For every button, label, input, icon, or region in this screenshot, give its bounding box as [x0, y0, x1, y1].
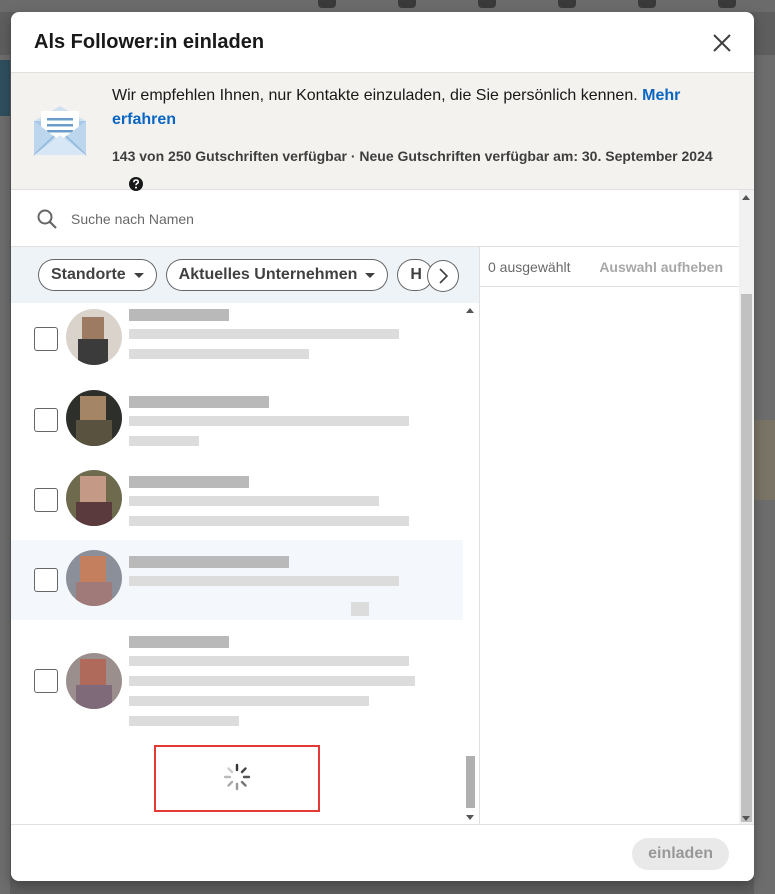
blurred-headline	[129, 416, 409, 426]
blurred-name	[129, 636, 229, 648]
list-item[interactable]	[11, 303, 463, 375]
scroll-down-arrow[interactable]	[466, 815, 474, 820]
selected-panel: 0 ausgewählt Auswahl aufheben	[480, 247, 739, 824]
list-item[interactable]	[11, 458, 463, 538]
search-input[interactable]	[71, 205, 711, 233]
blurred-headline	[129, 656, 409, 666]
close-icon	[713, 34, 731, 52]
background-nav-icon	[638, 0, 656, 8]
background-nav-icon	[398, 0, 416, 8]
search-icon	[37, 209, 57, 229]
avatar	[66, 309, 122, 365]
dialog-scrollbar[interactable]	[739, 190, 754, 824]
search-bar	[11, 190, 739, 247]
background-left-image	[0, 60, 10, 116]
dialog-header: Als Follower:in einladen	[11, 12, 754, 73]
filter-next-button[interactable]	[427, 260, 459, 292]
filter-current-company[interactable]: Aktuelles Unternehmen	[165, 259, 389, 291]
scroll-up-arrow[interactable]	[466, 308, 474, 313]
clear-selection-button[interactable]: Auswahl aufheben	[599, 259, 723, 275]
blurred-headline	[129, 716, 239, 726]
scrollbar-thumb[interactable]	[466, 756, 475, 808]
blurred-name	[129, 309, 229, 321]
background-nav-icon	[318, 0, 336, 8]
envelope-icon	[33, 106, 87, 156]
info-banner: Wir empfehlen Ihnen, nur Kontakte einzul…	[11, 73, 754, 191]
invite-followers-dialog: Als Follower:in einladen Wir empfehlen I…	[11, 12, 754, 881]
scroll-up-arrow[interactable]	[742, 195, 750, 200]
list-scrollbar[interactable]	[463, 303, 478, 824]
close-button[interactable]	[710, 31, 734, 55]
filter-bar: Standorte Aktuelles Unternehmen H	[11, 247, 479, 303]
scroll-down-arrow[interactable]	[742, 816, 750, 821]
caret-down-icon	[365, 272, 376, 278]
blurred-headline	[129, 516, 409, 526]
invite-button[interactable]: einladen	[632, 838, 729, 870]
blurred-headline	[129, 676, 415, 686]
blurred-headline	[129, 576, 399, 586]
blurred-name	[129, 556, 289, 568]
select-checkbox[interactable]	[34, 669, 58, 693]
filter-locations[interactable]: Standorte	[38, 259, 157, 291]
caret-down-icon	[133, 272, 144, 278]
blurred-headline	[129, 696, 369, 706]
list-item[interactable]	[11, 540, 463, 620]
scrollbar-thumb[interactable]	[741, 294, 752, 822]
blurred-headline	[129, 349, 309, 359]
blurred-headline	[129, 496, 379, 506]
blurred-name	[129, 476, 249, 488]
selected-count: 0 ausgewählt	[488, 258, 571, 275]
dialog-footer: einladen	[11, 824, 754, 881]
select-checkbox[interactable]	[34, 488, 58, 512]
select-checkbox[interactable]	[34, 327, 58, 351]
avatar	[66, 390, 122, 446]
selected-panel-header: 0 ausgewählt Auswahl aufheben	[480, 247, 739, 287]
background-nav-icon	[478, 0, 496, 8]
dialog-title: Als Follower:in einladen	[34, 30, 265, 53]
chevron-right-icon	[439, 268, 449, 284]
banner-message: Wir empfehlen Ihnen, nur Kontakte einzul…	[112, 84, 712, 132]
avatar	[66, 653, 122, 709]
blurred-headline	[129, 436, 199, 446]
blurred-headline	[351, 602, 369, 616]
spinner-icon	[223, 763, 251, 791]
background-nav-icon	[558, 0, 576, 8]
background-left-column	[0, 55, 10, 894]
select-checkbox[interactable]	[34, 408, 58, 432]
avatar	[66, 470, 122, 526]
background-topbar	[0, 0, 775, 12]
filter-label: H	[410, 266, 422, 283]
filter-label: Standorte	[51, 266, 126, 283]
blurred-headline	[129, 329, 399, 339]
list-item[interactable]	[11, 620, 463, 730]
credits-info: 143 von 250 Gutschriften verfügbar · Neu…	[112, 148, 713, 164]
background-nav-icon	[718, 0, 736, 8]
blurred-name	[129, 396, 269, 408]
banner-text: Wir empfehlen Ihnen, nur Kontakte einzul…	[112, 87, 638, 104]
background-right-panel	[754, 420, 775, 500]
avatar	[66, 550, 122, 606]
filter-label: Aktuelles Unternehmen	[178, 266, 358, 283]
select-checkbox[interactable]	[34, 568, 58, 592]
list-item[interactable]	[11, 378, 463, 458]
